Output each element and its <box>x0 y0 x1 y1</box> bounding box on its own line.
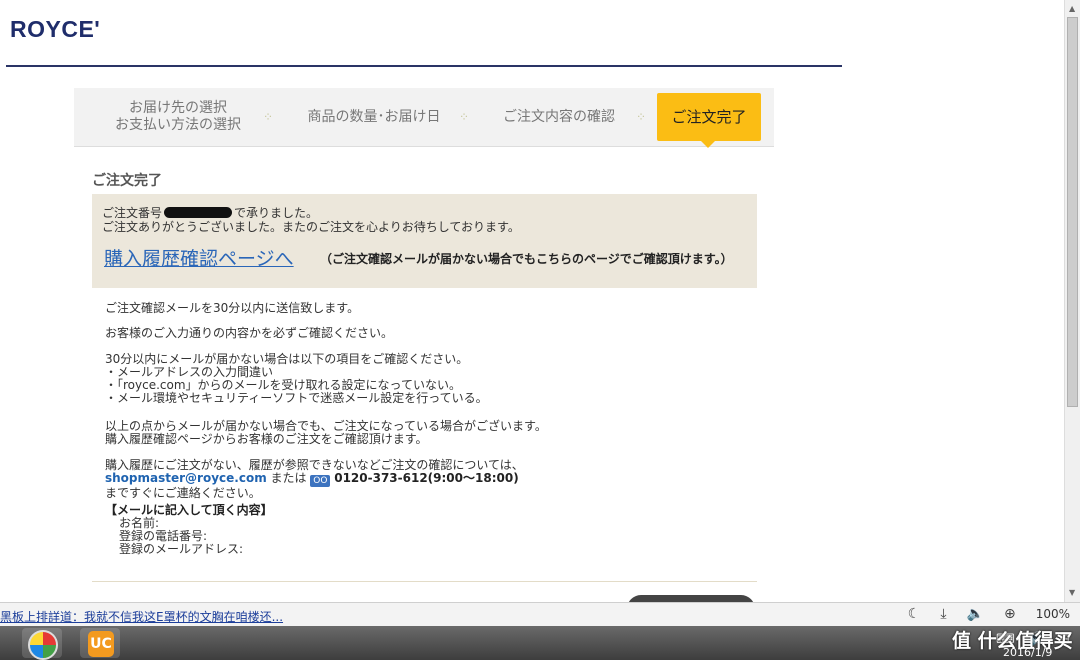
checkout-steps: お届け先の選択 お支払い方法の選択 ⁘ 商品の数量･お届け日 ⁘ ご注文内容の確… <box>74 88 774 148</box>
page-title: ご注文完了 <box>92 173 162 189</box>
contact-block: 購入履歴にご注文がない、履歴が参照できないなどご注文の確認については、 shop… <box>105 459 524 500</box>
mail-field-email: 登録のメールアドレス: <box>119 542 244 556</box>
scroll-thumb[interactable] <box>1067 17 1078 407</box>
night-mode-icon[interactable]: ☾ <box>908 606 921 622</box>
history-link-note: （ご注文確認メールが届かない場合でもこちらのページでご確認頂けます。） <box>320 252 733 266</box>
download-icon[interactable]: ⤓ <box>940 606 946 622</box>
vertical-scrollbar[interactable]: ▲ ▼ <box>1064 0 1080 602</box>
zoom-icon[interactable]: ⊕ <box>1004 606 1016 622</box>
step-shipping-payment: お届け先の選択 お支払い方法の選択 <box>88 88 268 146</box>
step-order-confirm: ご注文内容の確認 <box>503 108 615 125</box>
scroll-up-icon[interactable]: ▲ <box>1069 4 1075 13</box>
purchase-history-link[interactable]: 購入履歴確認ページへ <box>104 244 294 271</box>
step-separator-icon: ⁘ <box>636 110 647 124</box>
browser-page: ROYCE' お届け先の選択 お支払い方法の選択 ⁘ 商品の数量･お届け日 ⁘ … <box>0 0 1064 602</box>
status-icons: ☾ ⤓ 🔈 ⊕ 100% <box>908 606 1070 622</box>
scroll-down-icon[interactable]: ▼ <box>1069 588 1075 597</box>
zoom-level[interactable]: 100% <box>1036 607 1070 621</box>
free-dial-icon: OO <box>310 475 331 487</box>
thanks-text: ご注文ありがとうございました。またのご注文を心よりお待ちしております。 <box>102 220 520 234</box>
or-text: または <box>270 471 307 485</box>
support-phone: 0120-373-612(9:00～18:00) <box>334 471 519 485</box>
order-notice-box: ご注文番号 で承りました。 ご注文ありがとうございました。またのご注文を心よりお待… <box>92 194 757 288</box>
check-item: ・メール環境やセキュリティーソフトで迷惑メール設定を行っている。 <box>105 391 488 405</box>
uc-browser-icon[interactable]: UC <box>88 631 114 657</box>
order-exists-block: 以上の点からメールが届かない場合でも、ご注文になっている場合がございます。 購入… <box>105 420 547 446</box>
redacted-order-number <box>164 207 233 218</box>
active-step-pointer-icon <box>701 141 715 148</box>
check-items-block: 30分以内にメールが届かない場合は以下の項目をご確認ください。 ・メールアドレス… <box>105 353 488 405</box>
support-email-link[interactable]: shopmaster@royce.com <box>105 471 267 485</box>
step1-line1: お届け先の選択 <box>129 100 227 116</box>
contact-line: shopmaster@royce.com または OO 0120-373-612… <box>105 472 524 487</box>
clock-date: 2016/1/9 <box>1003 646 1053 659</box>
browser-status-bar: 黑板上排詳道：我就不信我这E罩杯的文胸在咱楼还... ☾ ⤓ 🔈 ⊕ 100% <box>0 602 1080 627</box>
step-separator-icon: ⁘ <box>459 110 470 124</box>
email-send-notice: ご注文確認メールを30分以内に送信致します。 <box>105 301 360 315</box>
contact-outro: まですぐにご連絡ください。 <box>105 486 261 500</box>
header-divider <box>6 65 842 67</box>
step-order-complete: ご注文完了 <box>657 93 761 141</box>
royce-logo[interactable]: ROYCE' <box>10 16 100 43</box>
content-divider <box>92 581 757 582</box>
mail-fields-block: 【メールに記入して頂く内容】 お名前: 登録の電話番号: 登録のメールアドレス: <box>105 504 273 556</box>
order-exists-line: 購入履歴確認ページからお客様のご注文をご確認頂けます。 <box>105 432 428 446</box>
status-news-link[interactable]: 黑板上排詳道：我就不信我这E罩杯的文胸在咱楼还... <box>0 608 283 625</box>
browser-app-icon[interactable] <box>28 630 58 660</box>
volume-icon[interactable]: 🔈 <box>967 606 984 622</box>
confirm-input-notice: お客様のご入力通りの内容かを必ずご確認ください。 <box>105 326 394 340</box>
step-quantity-date: 商品の数量･お届け日 <box>307 108 441 125</box>
back-to-top-button[interactable] <box>627 595 755 602</box>
step-separator-icon: ⁘ <box>263 110 274 124</box>
windows-taskbar <box>0 626 1080 660</box>
step1-line2: お支払い方法の選択 <box>115 117 241 133</box>
